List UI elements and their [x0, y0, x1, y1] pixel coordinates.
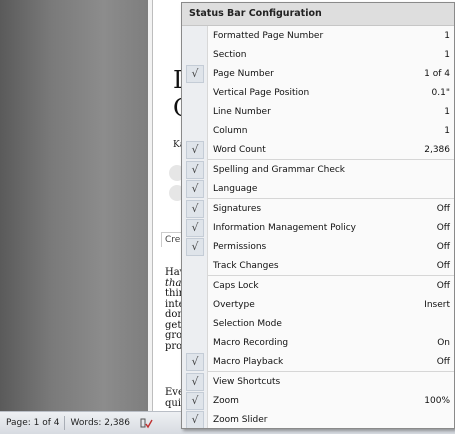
menu-item-label: Line Number — [213, 106, 271, 117]
menu-item-macro-playback[interactable]: √ Macro Playback Off — [182, 352, 454, 371]
menu-item-label: Word Count — [213, 144, 266, 155]
menu-item-label: Overtype — [213, 299, 255, 310]
menu-item-line-number[interactable]: Line Number 1 — [182, 102, 454, 121]
menu-item-value: Insert — [424, 299, 450, 310]
menu-item-value: Off — [436, 260, 450, 271]
menu-item-overtype[interactable]: Overtype Insert — [182, 295, 454, 314]
checkmark-icon: √ — [182, 140, 208, 159]
menu-item-spelling-and-grammar-check[interactable]: √ Spelling and Grammar Check — [182, 160, 454, 179]
menu-item-view-shortcuts[interactable]: √ View Shortcuts — [182, 372, 454, 391]
menu-item-label: Vertical Page Position — [213, 87, 310, 98]
menu-item-value: Off — [436, 356, 450, 367]
menu-item-label: Track Changes — [213, 260, 279, 271]
menu-item-value: 1 of 4 — [424, 68, 450, 79]
menu-item-information-management-policy[interactable]: √ Information Management Policy Off — [182, 218, 454, 237]
checkmark-icon: √ — [182, 391, 208, 410]
left-margin-background — [0, 0, 148, 411]
menu-item-value: Off — [436, 222, 450, 233]
menu-item-value: Off — [436, 280, 450, 291]
menu-item-label: Page Number — [213, 68, 274, 79]
menu-item-caps-lock[interactable]: Caps Lock Off — [182, 276, 454, 295]
menu-item-label: Zoom Slider — [213, 414, 268, 425]
menu-item-value: On — [437, 337, 450, 348]
menu-item-value: 1 — [444, 49, 450, 60]
checkmark-icon: √ — [182, 237, 208, 256]
menu-item-macro-recording[interactable]: Macro Recording On — [182, 333, 454, 352]
menu-item-track-changes[interactable]: Track Changes Off — [182, 256, 454, 275]
menu-item-label: Zoom — [213, 395, 239, 406]
menu-item-label: Information Management Policy — [213, 222, 356, 233]
menu-item-value: 1 — [444, 125, 450, 136]
menu-item-section[interactable]: Section 1 — [182, 45, 454, 64]
menu-item-zoom[interactable]: √ Zoom 100% — [182, 391, 454, 410]
menu-item-label: Signatures — [213, 203, 262, 214]
status-word-count[interactable]: Words: 2,386 — [65, 416, 134, 430]
menu-item-label: Column — [213, 125, 248, 136]
menu-item-language[interactable]: √ Language — [182, 179, 454, 198]
checkmark-icon: √ — [182, 160, 208, 179]
menu-item-signatures[interactable]: √ Signatures Off — [182, 199, 454, 218]
menu-item-value: 1 — [444, 30, 450, 41]
menu-title: Status Bar Configuration — [182, 3, 454, 26]
menu-item-label: Spelling and Grammar Check — [213, 164, 346, 175]
spelling-check-icon-glyph — [140, 418, 153, 429]
menu-item-formatted-page-number[interactable]: Formatted Page Number 1 — [182, 26, 454, 45]
status-bar-configuration-menu[interactable]: Status Bar Configuration Formatted Page … — [181, 2, 455, 429]
menu-item-label: Macro Recording — [213, 337, 289, 348]
menu-item-label: Macro Playback — [213, 356, 284, 367]
spelling-check-icon[interactable] — [134, 416, 158, 430]
menu-item-zoom-slider[interactable]: √ Zoom Slider — [182, 410, 454, 428]
menu-item-value: Off — [436, 203, 450, 214]
menu-item-permissions[interactable]: √ Permissions Off — [182, 237, 454, 256]
menu-items: Formatted Page Number 1 Section 1 √ Page Numb… — [182, 26, 454, 428]
menu-item-label: Permissions — [213, 241, 267, 252]
menu-item-label: Section — [213, 49, 247, 60]
menu-item-page-number[interactable]: √ Page Number 1 of 4 — [182, 64, 454, 83]
menu-item-label: Language — [213, 183, 258, 194]
menu-item-column[interactable]: Column 1 — [182, 121, 454, 140]
checkmark-icon: √ — [182, 199, 208, 218]
menu-item-value: Off — [436, 241, 450, 252]
checkmark-icon: √ — [182, 218, 208, 237]
menu-item-label: Selection Mode — [213, 318, 282, 329]
menu-item-value: 2,386 — [424, 144, 450, 155]
menu-item-value: 1 — [444, 106, 450, 117]
menu-item-word-count[interactable]: √ Word Count 2,386 — [182, 140, 454, 159]
menu-item-value: 100% — [424, 395, 450, 406]
menu-item-label: Formatted Page Number — [213, 30, 324, 41]
menu-item-value: 0.1" — [431, 87, 450, 98]
checkmark-icon: √ — [182, 64, 208, 83]
menu-item-selection-mode[interactable]: Selection Mode — [182, 314, 454, 333]
menu-item-label: View Shortcuts — [213, 376, 281, 387]
menu-item-vertical-page-position[interactable]: Vertical Page Position 0.1" — [182, 83, 454, 102]
checkmark-icon: √ — [182, 410, 208, 428]
checkmark-icon: √ — [182, 179, 208, 198]
checkmark-icon: √ — [182, 372, 208, 391]
menu-item-label: Caps Lock — [213, 280, 259, 291]
status-page-number[interactable]: Page: 1 of 4 — [0, 416, 65, 430]
checkmark-icon: √ — [182, 352, 208, 371]
